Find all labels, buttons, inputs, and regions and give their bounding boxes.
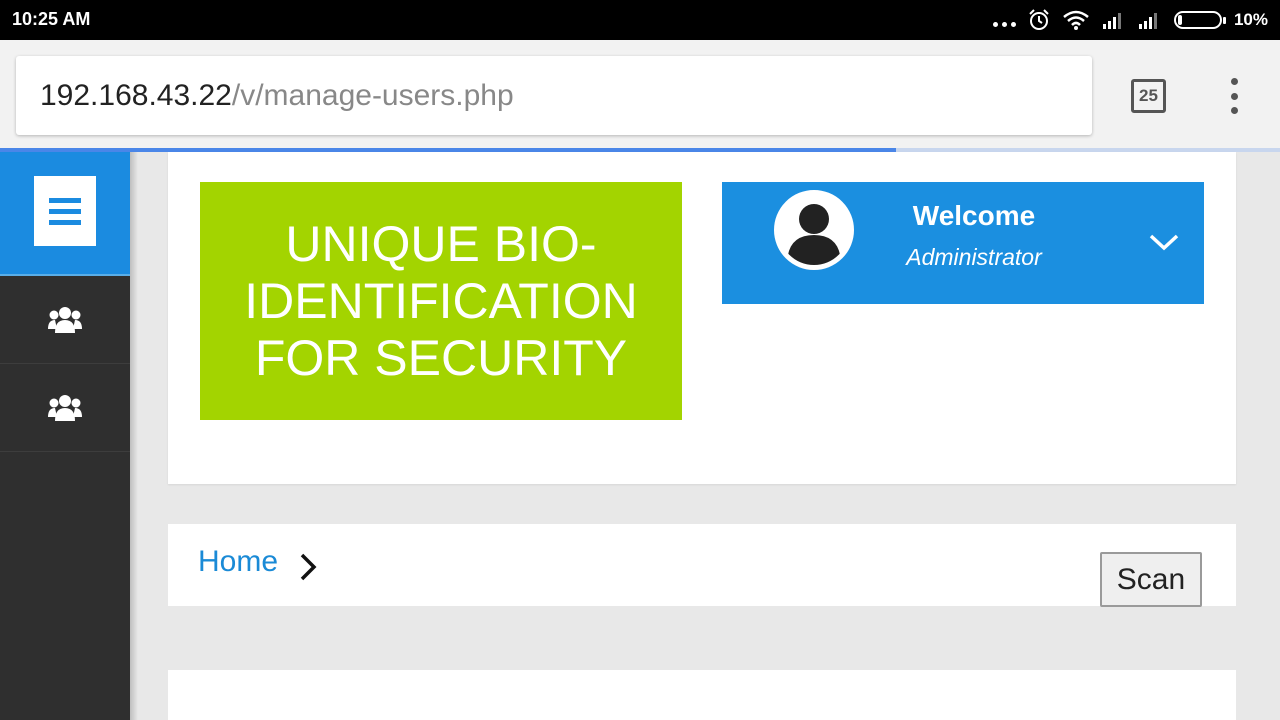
browser-menu-icon[interactable] [1226,78,1242,114]
user-avatar-icon [787,204,841,265]
header-card: UNIQUE BIO-IDENTIFICATION FOR SECURITY W… [168,152,1236,484]
users-icon [48,394,82,421]
sidebar-shadow [130,152,138,720]
more-dots-icon [992,21,1016,27]
status-time: 10:25 AM [12,9,91,29]
sidebar-item-users-2[interactable] [0,364,130,452]
browser-toolbar: 192.168.43.22/v/manage-users.php 25 [0,40,1280,148]
sidebar-header [0,152,130,276]
wifi-icon [1063,10,1089,30]
url-path: /v/manage-users.php [231,78,514,112]
status-icons: 10% [992,6,1268,34]
signal-icon [1102,13,1121,29]
chevron-down-icon[interactable] [1146,230,1182,254]
logo-banner: UNIQUE BIO-IDENTIFICATION FOR SECURITY [200,182,682,420]
battery-percent: 10% [1233,10,1268,29]
sidebar-item-users[interactable] [0,276,130,364]
battery-icon [1173,11,1226,29]
breadcrumb: Home Scan [168,524,1236,607]
signal-icon [1138,13,1157,29]
users-icon [48,306,82,333]
logo-text: UNIQUE BIO-IDENTIFICATION FOR SECURITY [244,215,638,386]
breadcrumb-home-link[interactable]: Home [198,545,278,579]
alarm-icon [1029,9,1049,30]
scan-button[interactable]: Scan [1100,552,1202,607]
hamburger-icon[interactable] [34,176,96,246]
user-role: Administrator [906,244,1042,270]
chevron-right-icon [300,553,317,581]
url-host: 192.168.43.22 [40,78,232,112]
welcome-title: Welcome [912,200,1036,231]
content-card [168,670,1236,720]
avatar [774,190,854,270]
status-bar: 10:25 AM 10% [0,0,1280,40]
address-bar[interactable]: 192.168.43.22/v/manage-users.php [16,56,1092,135]
sidebar [0,152,130,720]
user-menu[interactable]: Welcome Administrator [722,182,1204,304]
tab-switcher-button[interactable]: 25 [1131,79,1166,113]
